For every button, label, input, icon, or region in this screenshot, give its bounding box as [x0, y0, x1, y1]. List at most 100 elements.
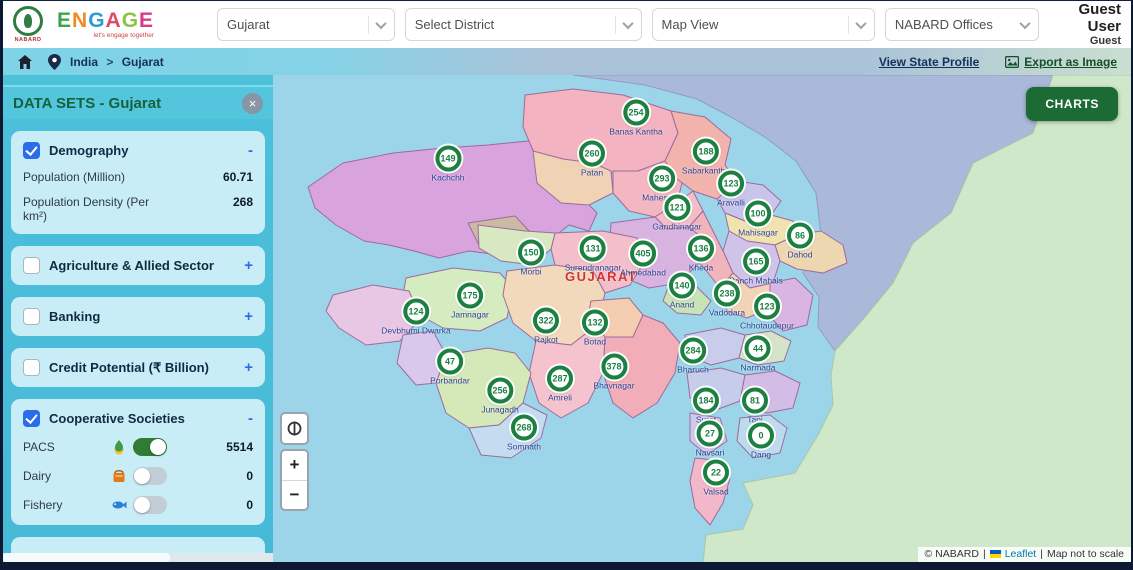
district-name-label: Kheda [689, 263, 714, 273]
marker-value: 132 [582, 310, 608, 336]
district-marker[interactable]: 287Amreli [547, 366, 573, 403]
district-marker[interactable]: 140Anand [669, 273, 695, 310]
sidebar-scrollbar[interactable] [3, 553, 273, 562]
district-name-label: Botad [584, 337, 606, 347]
leaflet-link[interactable]: Leaflet [1005, 548, 1037, 560]
export-as-image-link[interactable]: Export as Image [1005, 55, 1117, 69]
district-marker[interactable]: 136Kheda [688, 236, 714, 273]
district-marker[interactable]: 268Somnath [507, 415, 541, 452]
section-label[interactable]: Credit Potential (₹ Billion) [49, 360, 235, 376]
district-marker[interactable]: 131Surendranagar [565, 236, 622, 273]
section-label[interactable]: Demography [49, 143, 239, 158]
district-marker[interactable]: 100Mahisagar [738, 201, 778, 238]
user-name: Guest User [1049, 1, 1121, 36]
district-marker[interactable]: 260Patan [579, 141, 605, 178]
district-marker[interactable]: 121Gandhinagar [652, 195, 701, 232]
section-label[interactable]: Cooperative Societies [49, 411, 239, 426]
district-marker[interactable]: 132Botad [582, 310, 608, 347]
marker-value: 22 [703, 460, 729, 486]
zoom-out-button[interactable]: − [282, 480, 307, 509]
row-label: Population (Million) [23, 170, 125, 184]
district-marker[interactable]: 44Narmada [741, 336, 776, 373]
marker-value: 287 [547, 366, 573, 392]
breadcrumb-country[interactable]: India [70, 55, 98, 69]
district-name-label: Surendranagar [565, 263, 622, 273]
agriculture-checkbox[interactable] [23, 257, 40, 274]
state-select[interactable]: Gujarat [217, 8, 395, 41]
location-pin-icon [48, 54, 61, 70]
datasets-sidebar: DATA SETS - Gujarat × Demography - Popul… [3, 75, 273, 562]
data-row: Population (Million) 60.71 [23, 170, 253, 184]
section-partial-card [11, 537, 265, 553]
engage-tagline: let's engage together [94, 33, 155, 40]
map-zoom-control: + − [280, 449, 309, 511]
district-marker[interactable]: 175Jamnagar [451, 283, 489, 320]
dairy-toggle[interactable] [133, 467, 167, 485]
charts-button[interactable]: CHARTS [1026, 87, 1118, 121]
banking-checkbox[interactable] [23, 308, 40, 325]
district-marker[interactable]: 149Kachchh [431, 146, 464, 183]
collapse-icon[interactable]: - [248, 143, 253, 158]
district-marker[interactable]: 81Tapi [742, 388, 768, 425]
row-value: 268 [233, 195, 253, 223]
datasets-title: DATA SETS - Gujarat [13, 95, 161, 112]
marker-value: 149 [435, 146, 461, 172]
section-label[interactable]: Agriculture & Allied Sector [49, 258, 235, 273]
user-role: Guest [1049, 35, 1121, 48]
district-marker[interactable]: 22Valsad [703, 460, 729, 497]
view-mode-select-value: Map View [662, 17, 719, 32]
view-mode-select[interactable]: Map View [652, 8, 875, 41]
district-marker[interactable]: 378Bhavnagar [593, 354, 634, 391]
district-marker[interactable]: 150Morbi [518, 240, 544, 277]
marker-value: 260 [579, 141, 605, 167]
collapse-icon[interactable]: - [248, 411, 253, 426]
close-icon[interactable]: × [242, 93, 263, 114]
row-value: 60.71 [223, 170, 253, 184]
district-marker[interactable]: 0Dang [748, 423, 774, 460]
nabard-offices-select[interactable]: NABARD Offices [885, 8, 1039, 41]
dairy-icon [111, 468, 127, 484]
district-name-label: Anand [670, 300, 695, 310]
row-label: Population Density (Per km²) [23, 195, 173, 223]
district-marker[interactable]: 322Rajkot [533, 308, 559, 345]
district-marker[interactable]: 256Junagadh [481, 378, 518, 415]
map-reset-control [280, 412, 309, 445]
zoom-in-button[interactable]: + [282, 451, 307, 480]
expand-icon[interactable]: + [244, 309, 253, 324]
user-menu[interactable]: Guest User Guest [1049, 1, 1123, 48]
chevron-down-icon [615, 16, 632, 34]
district-marker[interactable]: 405Ahmedabad [620, 241, 666, 278]
fishery-toggle[interactable] [133, 496, 167, 514]
pacs-toggle[interactable] [133, 438, 167, 456]
demography-checkbox[interactable] [23, 142, 40, 159]
district-marker[interactable]: 184Surat [693, 388, 719, 425]
expand-icon[interactable]: + [244, 360, 253, 375]
row-label: PACS [23, 440, 111, 454]
leaflet-map[interactable]: GUJARAT 149Kachchh254Banas Kantha260Pata… [273, 75, 1131, 562]
breadcrumb-state[interactable]: Gujarat [122, 55, 164, 69]
district-name-label: Bharuch [677, 365, 709, 375]
section-label[interactable]: Banking [49, 309, 235, 324]
engage-dashboard: NABARD ENGAGE let's engage together Guja… [0, 0, 1133, 570]
district-marker[interactable]: 86Dahod [787, 223, 813, 260]
credit-potential-checkbox[interactable] [23, 359, 40, 376]
section-demography: Demography - Population (Million) 60.71 … [11, 131, 265, 234]
expand-icon[interactable]: + [244, 258, 253, 273]
district-marker[interactable]: 27Navsari [696, 421, 725, 458]
district-marker[interactable]: 47Porbandar [430, 349, 470, 386]
district-marker[interactable]: 254Banas Kantha [609, 100, 662, 137]
cooperative-societies-checkbox[interactable] [23, 410, 40, 427]
reset-view-button[interactable] [282, 414, 307, 443]
district-marker[interactable]: 124Devbhumi Dwarka [381, 299, 450, 336]
home-icon[interactable] [17, 54, 33, 70]
district-name-label: Jamnagar [451, 310, 489, 320]
district-marker[interactable]: 284Bharuch [677, 338, 709, 375]
marker-value: 131 [580, 236, 606, 262]
marker-value: 27 [697, 421, 723, 447]
view-state-profile-link[interactable]: View State Profile [879, 55, 979, 69]
district-marker[interactable]: 123Chhotaudepur [740, 294, 794, 331]
marker-value: 0 [748, 423, 774, 449]
district-name-label: Narmada [741, 363, 776, 373]
district-select[interactable]: Select District [405, 8, 642, 41]
marker-value: 81 [742, 388, 768, 414]
